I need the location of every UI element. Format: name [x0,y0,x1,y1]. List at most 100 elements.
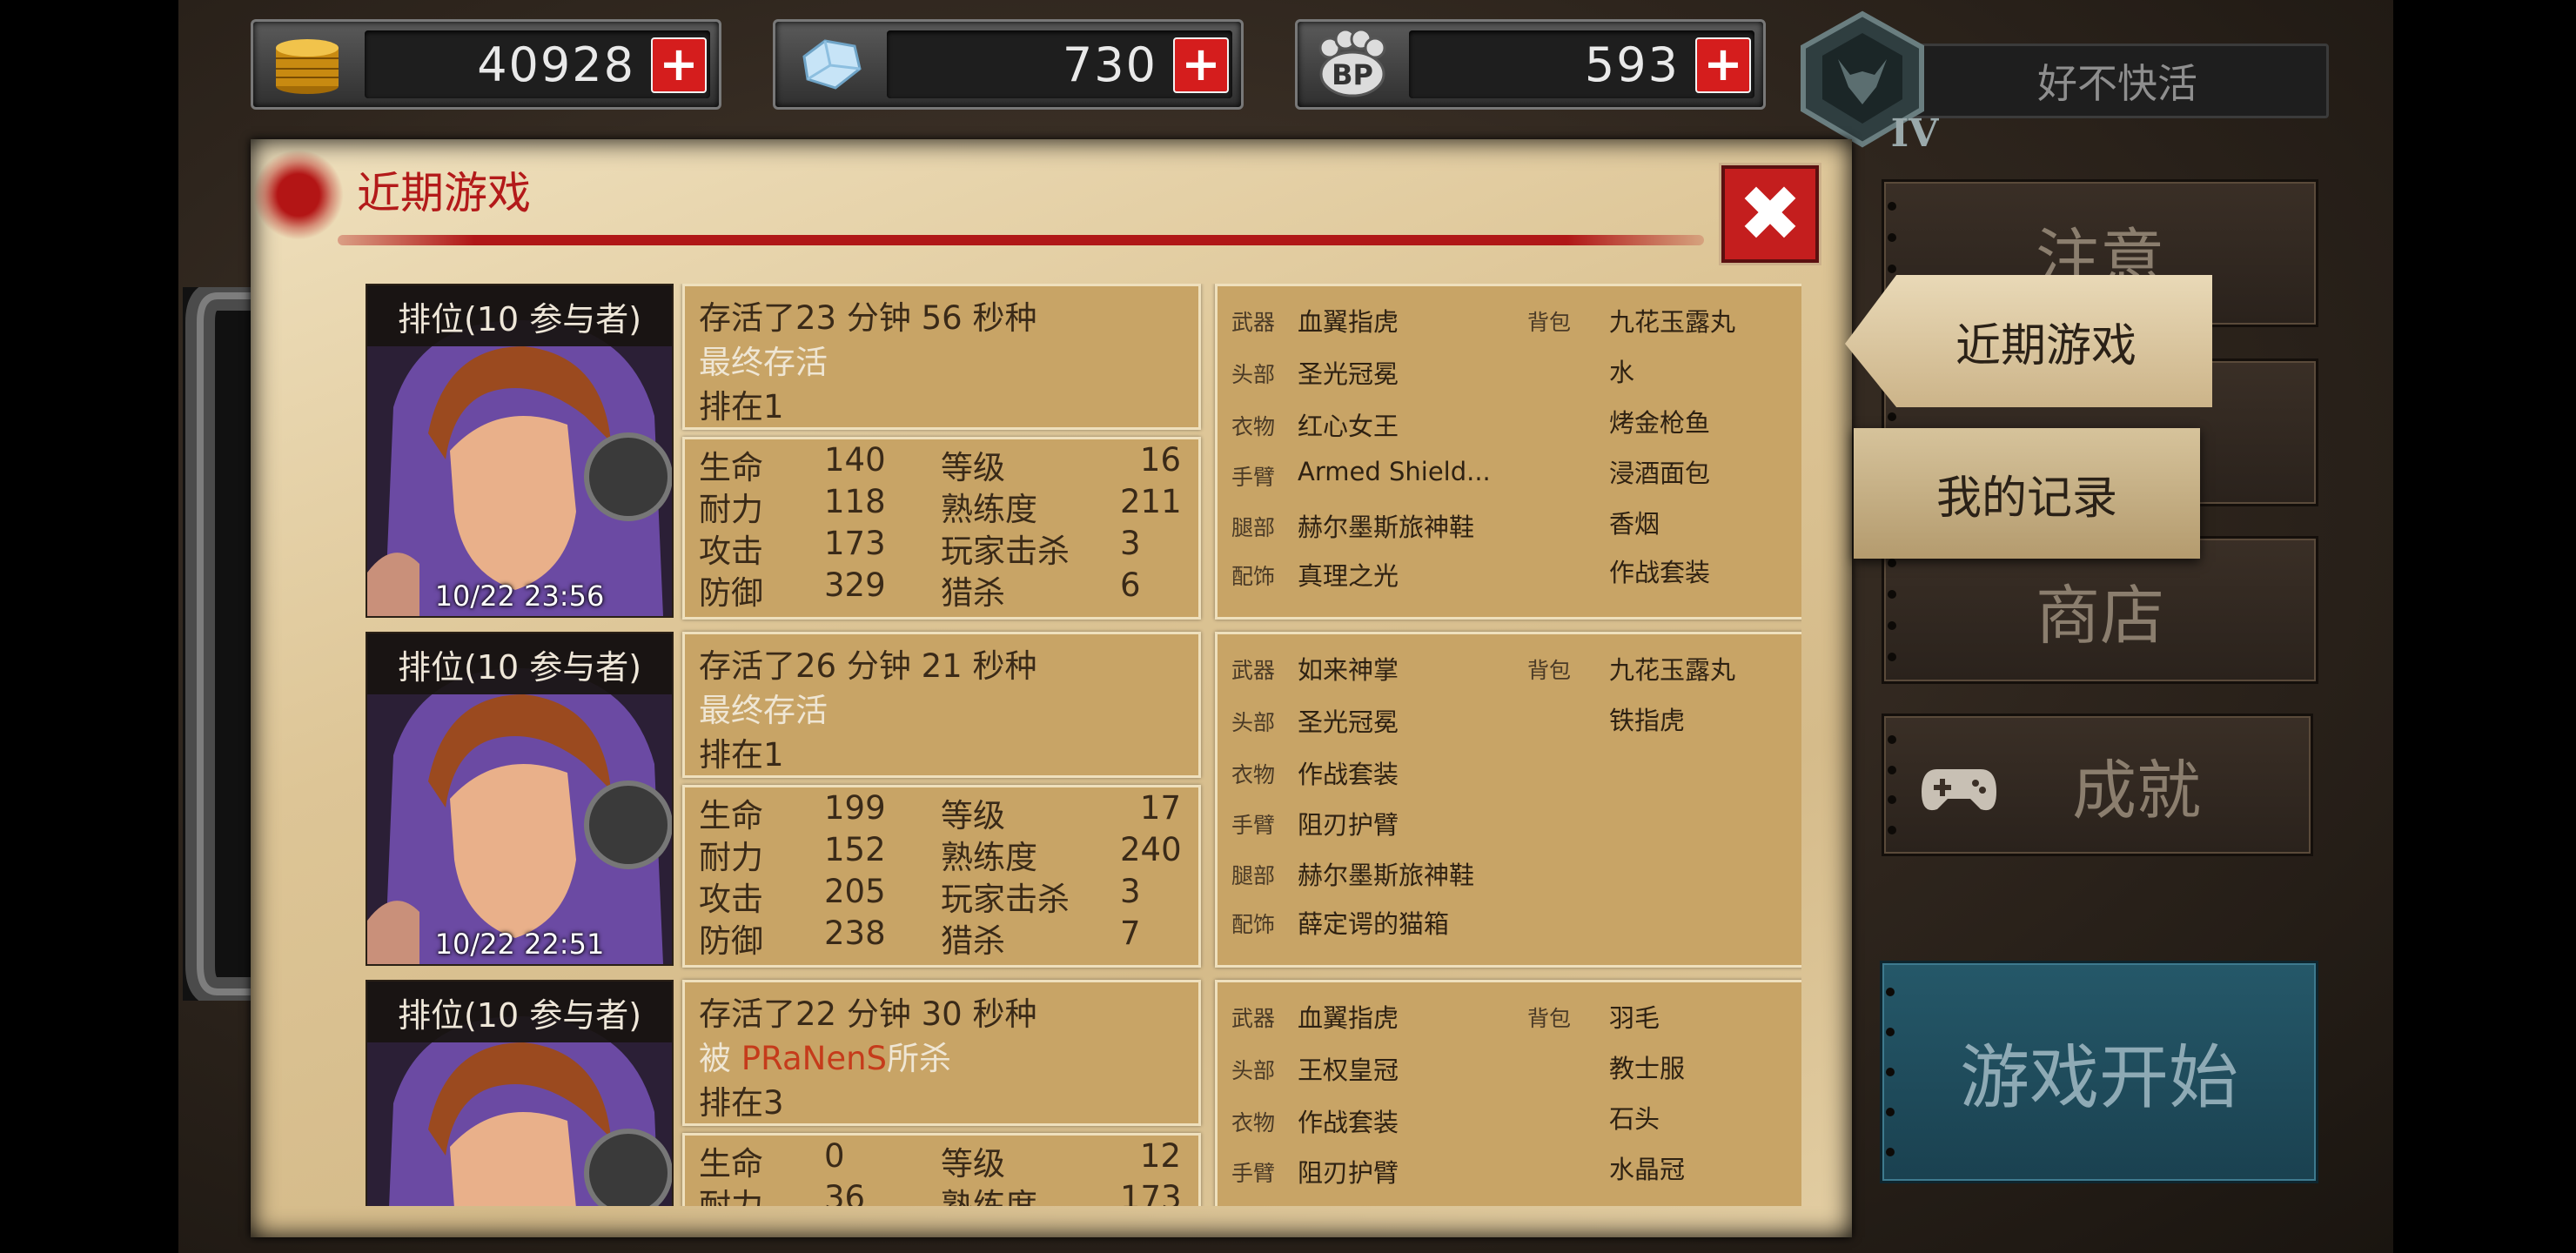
achievements-label: 成就 [2072,753,2201,828]
tab-my-records[interactable]: 我的记录 [1854,428,2200,559]
bp-icon-text: BP [1332,58,1373,91]
gear-item: 王权皇冠 [1298,1055,1399,1085]
bag-item: 烤金枪鱼 [1609,408,1711,438]
bag-label: 背包 [1527,1006,1572,1031]
stat-label: 防御 [699,574,763,612]
rank-numeral: IV [1891,111,1940,156]
bag-item: 香烟 [1609,509,1660,539]
bp-resource: BP 593 + [1295,19,1766,110]
buy-gold-button[interactable]: + [651,37,707,93]
bag-item: 水 [1609,358,1635,387]
gear-item: 作战套装 [1298,1108,1399,1137]
gear-box: 武器 血翼指虎 头部 王权皇冠 衣物 作战套装 手臂 阻刃护臂 背包 羽毛 教士… [1215,980,1801,1206]
stat-label: 熟练度 [941,491,1037,528]
stats-box: 生命 0 等级 12 耐力 36 熟练度 173 [682,1133,1201,1206]
stat-value: 173 [1120,1179,1182,1206]
buy-bp-button[interactable]: + [1695,37,1751,93]
killer-name[interactable]: PRaNenS [741,1040,887,1077]
tab-my-records-label: 我的记录 [1935,472,2117,525]
stat-value: 211 [1120,483,1182,520]
stat-label: 玩家击杀 [941,533,1070,570]
rank-header: 排位(10 参与者) [367,982,672,1042]
close-button[interactable]: ✖ [1721,165,1819,263]
stat-label: 等级 [941,797,1005,834]
stat-label: 耐力 [699,839,763,876]
stat-label: 等级 [941,449,1005,486]
stat-label: 防御 [699,922,763,960]
stat-label: 生命 [699,449,763,486]
stat-value: 152 [824,831,886,868]
gear-slot-label: 配饰 [1231,912,1276,937]
bag-item: 石头 [1609,1104,1660,1134]
stat-label: 攻击 [699,881,763,918]
survived-time: 存活了22 分钟 30 秒种 [699,995,1037,1033]
stat-value: 173 [824,525,886,562]
bag-item: 九花玉露丸 [1609,655,1736,685]
buy-diamond-button[interactable]: + [1173,37,1229,93]
bag-item: 铁指虎 [1609,706,1686,735]
binder-holes [1888,547,1900,673]
bag-label: 背包 [1527,310,1572,335]
gold-value: 40928 [477,37,635,92]
gear-item: 阻刃护臂 [1298,810,1399,840]
wolf-rank-badge-icon[interactable]: IV [1784,9,1941,157]
stat-value: 238 [824,915,886,952]
stat-value: 240 [1120,831,1182,868]
stat-label: 耐力 [699,1187,763,1206]
start-game-button[interactable]: 游戏开始 [1880,961,2318,1183]
stat-value: 205 [824,873,886,910]
stat-value: 199 [824,789,886,827]
tab-recent-games[interactable]: 近期游戏 [1845,275,2212,407]
game-entry[interactable]: 排位(10 参与者) 10/22 22:51 存活了26 分钟 21 秒种 最终… [366,632,1801,968]
bag-item: 水晶冠 [1609,1155,1686,1184]
gear-item: 圣光冠冕 [1298,707,1399,737]
gear-item: 赫尔墨斯旅神鞋 [1298,513,1475,542]
gear-item: 赫尔墨斯旅神鞋 [1298,861,1475,890]
gear-slot-label: 腿部 [1231,863,1276,888]
panel-title: 近期游戏 [357,168,531,218]
placement: 排在3 [699,1084,784,1122]
bp-value: 593 [1584,37,1680,92]
stat-label: 攻击 [699,533,763,570]
start-game-label: 游戏开始 [1960,1037,2238,1118]
stat-label: 耐力 [699,491,763,528]
stat-label: 等级 [941,1145,1005,1183]
gear-box: 武器 血翼指虎 头部 圣光冠冕 衣物 红心女王 手臂 Armed Shield.… [1215,284,1801,620]
binder-holes [1888,725,1900,845]
bag-item: 羽毛 [1609,1003,1660,1033]
gamepad-icon [1920,766,1998,814]
rank-header: 排位(10 参与者) [367,285,672,346]
game-date: 10/22 22:51 [434,928,605,961]
gear-item: 作战套装 [1298,760,1399,789]
survival-box: 存活了23 分钟 56 秒种 最终存活 排在1 [682,284,1201,430]
stats-box: 生命 140 等级 16 耐力 118 熟练度 211 攻击 173 玩家击杀 … [682,437,1201,620]
gear-slot-label: 腿部 [1231,515,1276,540]
stats-box: 生命 199 等级 17 耐力 152 熟练度 240 攻击 205 玩家击杀 … [682,785,1201,968]
gear-item: 如来神掌 [1298,655,1399,685]
diamond-resource: 730 + [773,19,1244,110]
diamond-icon [788,29,871,98]
recent-games-list[interactable]: 排位(10 参与者) 10/22 23:56 存活了23 分钟 56 秒种 最终… [366,284,1801,1206]
stat-value: 7 [1120,915,1141,952]
diamond-value: 730 [1062,37,1157,92]
gear-slot-label: 配饰 [1231,564,1276,589]
tab-recent-games-label: 近期游戏 [1955,319,2137,372]
gear-item: 血翼指虎 [1298,307,1399,337]
outcome-text: 被 PRaNenS所杀 [699,1040,952,1077]
survival-box: 存活了22 分钟 30 秒种 被 PRaNenS所杀 排在3 [682,980,1201,1126]
stat-value: 17 [1139,789,1181,827]
gear-slot-label: 衣物 [1231,414,1276,439]
survived-time: 存活了23 分钟 56 秒种 [699,299,1037,337]
gear-box: 武器 如来神掌 头部 圣光冠冕 衣物 作战套装 手臂 阻刃护臂 腿部 赫尔墨斯旅… [1215,632,1801,968]
stat-value: 12 [1139,1137,1181,1175]
game-entry[interactable]: 排位(10 参与者) 10/22 23:56 存活了23 分钟 56 秒种 最终… [366,284,1801,620]
gear-item: 圣光冠冕 [1298,359,1399,389]
game-entry[interactable]: 排位(10 参与者) 存活了22 分钟 30 秒种 被 PRaNenS所杀 排在… [366,980,1801,1206]
bag-label: 背包 [1527,658,1572,683]
stat-value: 118 [824,483,886,520]
stat-label: 玩家击杀 [941,881,1070,918]
avatar: 排位(10 参与者) 10/22 23:56 [366,284,674,618]
game-date: 10/22 23:56 [434,580,605,613]
stat-label: 猎杀 [941,574,1005,612]
player-name: 好不快活 [1906,44,2329,118]
